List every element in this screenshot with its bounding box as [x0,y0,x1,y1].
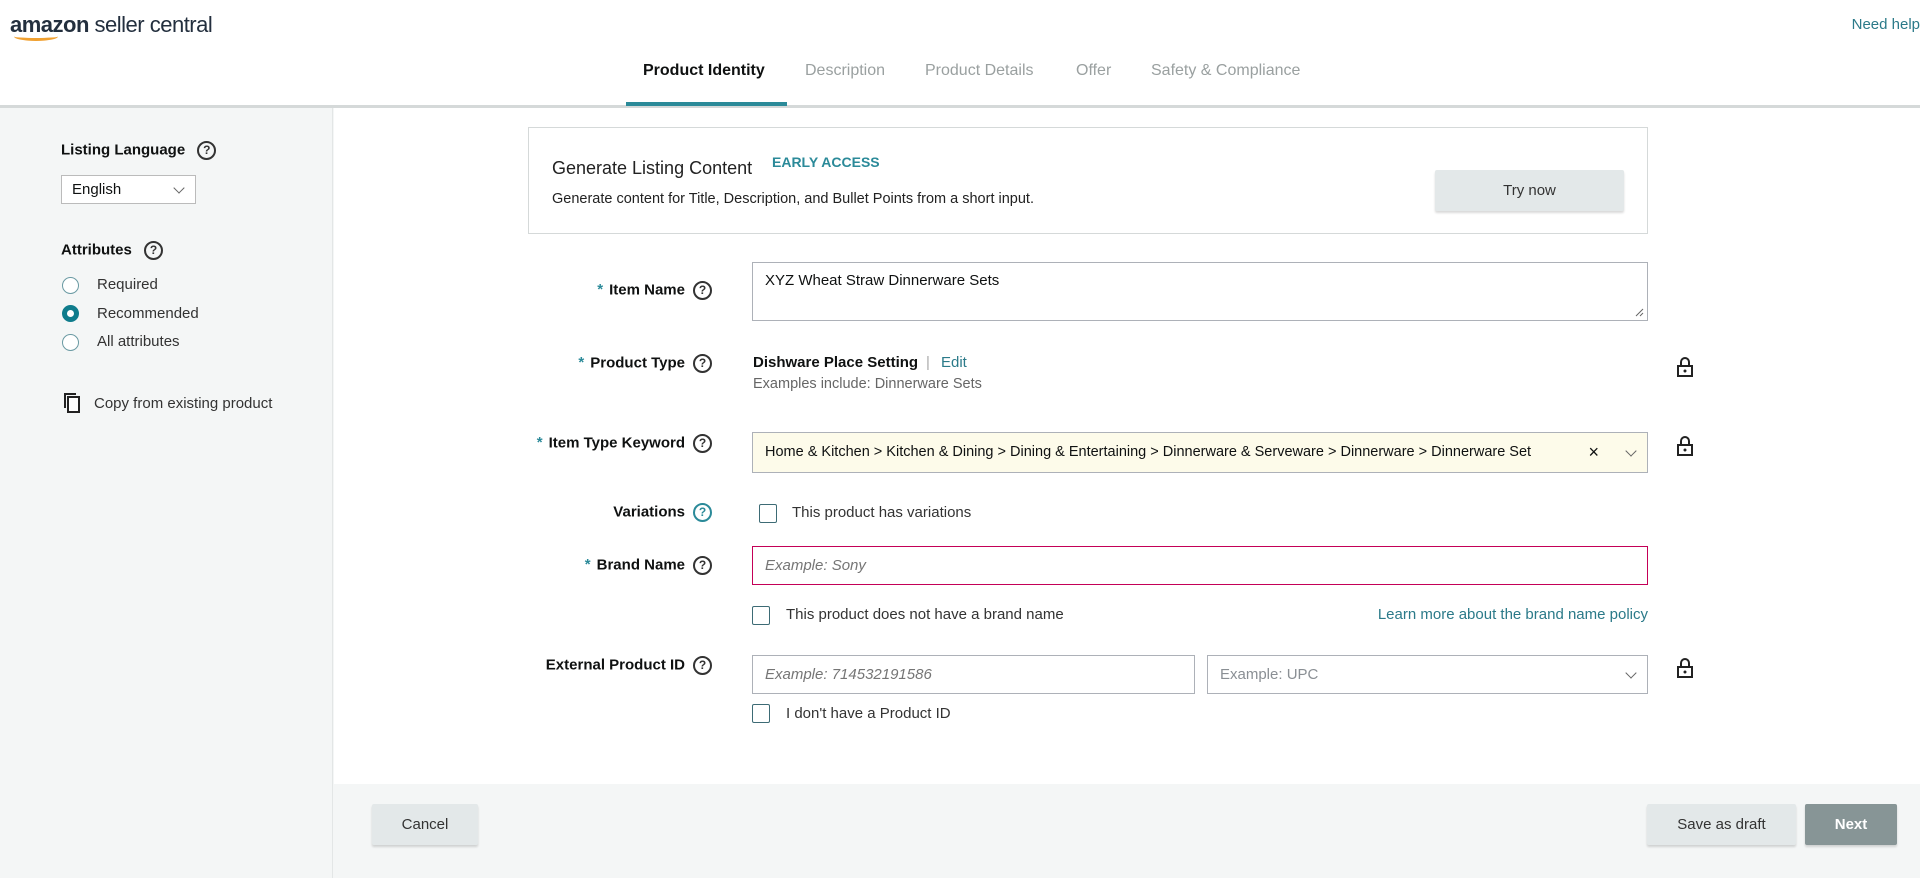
amazon-smile-icon [14,32,58,41]
next-button[interactable]: Next [1805,804,1897,845]
language-select[interactable]: English [61,175,196,204]
copy-icon[interactable] [63,392,81,413]
tab-product-details[interactable]: Product Details [925,62,1034,80]
tab-safety-compliance[interactable]: Safety & Compliance [1151,62,1300,80]
cancel-button[interactable]: Cancel [372,804,478,845]
attributes-label: Attributes [61,241,132,259]
item-name-textarea[interactable]: XYZ Wheat Straw Dinnerware Sets [752,262,1648,321]
item-name-label: * Item Name? [292,281,712,300]
language-value: English [72,181,122,198]
product-id-type-placeholder: Example: UPC [1220,666,1319,683]
product-type-label-text: Product Type [590,354,685,372]
item-type-keyword-label-text: Item Type Keyword [548,434,685,452]
help-icon[interactable]: ? [693,434,712,453]
help-icon[interactable]: ? [693,556,712,575]
item-type-keyword-label: * Item Type Keyword? [292,434,712,453]
required-marker: * [578,354,585,372]
lock-icon [1677,357,1693,377]
need-help-link[interactable]: Need help [1852,16,1920,33]
radio-label-all-attributes[interactable]: All attributes [97,333,180,350]
top-header [0,0,1920,108]
radio-required[interactable] [62,277,79,294]
external-product-id-label-text: External Product ID [545,656,685,674]
early-access-badge: EARLY ACCESS [772,154,880,170]
save-as-draft-button[interactable]: Save as draft [1647,804,1796,845]
product-id-type-select[interactable]: Example: UPC [1207,655,1648,694]
variations-label-text: Variations [613,503,685,521]
edit-product-type-link[interactable]: Edit [941,354,967,371]
tab-offer[interactable]: Offer [1076,62,1111,80]
product-type-value: Dishware Place Setting [753,354,919,371]
lock-icon [1677,658,1693,678]
no-brand-checkbox[interactable] [752,606,770,625]
external-product-id-input[interactable] [752,655,1195,694]
item-name-label-text: Item Name [609,281,685,299]
has-variations-checkbox[interactable] [759,504,777,523]
required-marker: * [536,434,543,452]
brand-name-label-text: Brand Name [596,556,685,574]
required-marker: * [597,281,604,299]
required-marker: * [584,556,591,574]
variations-label: Variations? [292,503,712,522]
radio-recommended[interactable] [62,305,79,322]
listing-language-label: Listing Language [61,141,186,159]
help-icon[interactable]: ? [197,141,217,160]
chevron-down-icon [173,182,185,194]
product-type-examples: Examples include: Dinnerware Sets [753,376,982,392]
tab-description[interactable]: Description [805,62,885,80]
item-type-keyword-value: Home & Kitchen > Kitchen & Dining > Dini… [765,444,1532,460]
help-icon[interactable]: ? [693,281,712,300]
sidebar [0,108,333,878]
listing-language-heading: Listing Language ? [61,141,217,160]
help-icon[interactable]: ? [693,503,712,522]
attributes-heading: Attributes ? [61,241,164,260]
item-name-value: XYZ Wheat Straw Dinnerware Sets [765,272,1000,289]
item-type-keyword-select[interactable]: Home & Kitchen > Kitchen & Dining > Dini… [752,432,1648,473]
no-product-id-checkbox[interactable] [752,704,770,723]
separator: | [926,354,930,371]
resize-handle-icon[interactable] [1635,308,1644,317]
help-icon[interactable]: ? [693,656,712,675]
promo-description: Generate content for Title, Description,… [552,191,1034,207]
brand-policy-link[interactable]: Learn more about the brand name policy [1378,606,1648,623]
brand-name-label: * Brand Name? [292,556,712,575]
help-icon[interactable]: ? [144,241,164,260]
promo-title: Generate Listing Content [552,158,753,178]
has-variations-label[interactable]: This product has variations [792,504,971,521]
radio-label-required[interactable]: Required [97,276,158,293]
chevron-down-icon[interactable] [1625,445,1637,457]
brand-name-input[interactable] [752,546,1648,585]
help-icon[interactable]: ? [693,354,712,373]
chevron-down-icon [1625,667,1637,679]
try-now-button[interactable]: Try now [1435,170,1624,211]
no-brand-label[interactable]: This product does not have a brand name [786,606,1064,623]
clear-icon[interactable]: × [1588,433,1599,472]
external-product-id-label: External Product ID? [292,656,712,675]
product-type-label: * Product Type? [292,354,712,373]
no-product-id-label[interactable]: I don't have a Product ID [786,705,951,722]
lock-icon [1677,436,1693,456]
tab-product-identity[interactable]: Product Identity [643,62,765,80]
logo-rest: seller central [88,12,213,37]
radio-all-attributes[interactable] [62,334,79,351]
radio-label-recommended[interactable]: Recommended [97,305,199,322]
active-tab-indicator [626,102,787,106]
copy-from-existing-product[interactable]: Copy from existing product [94,395,272,412]
